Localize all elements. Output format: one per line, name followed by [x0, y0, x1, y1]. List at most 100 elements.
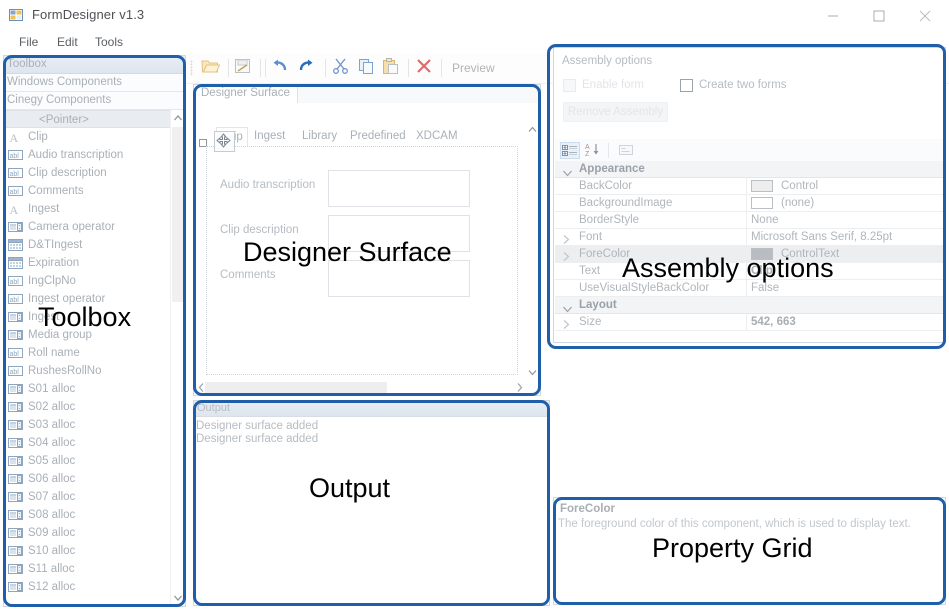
copy-icon[interactable]: [357, 57, 380, 79]
combobox-icon: [8, 454, 23, 468]
combobox-icon: [8, 562, 23, 576]
property-value[interactable]: Microsoft Sans Serif, 8.25pt: [751, 229, 892, 245]
toolbox-scrollbar[interactable]: [170, 110, 185, 606]
form-tab-ingest[interactable]: Ingest: [248, 127, 296, 146]
toolbox-item[interactable]: Camera operator: [4, 218, 185, 236]
property-row[interactable]: BackColor Control: [555, 178, 944, 195]
designer-scroll-down-icon[interactable]: [526, 365, 539, 380]
toolbar-grip[interactable]: [190, 60, 193, 76]
toolbox-item[interactable]: abl Clip description: [4, 164, 185, 182]
tab-designer-surface[interactable]: Designer Surface: [194, 85, 298, 103]
toolbox-item[interactable]: A Ingest: [4, 200, 185, 218]
move-handle-icon[interactable]: [214, 131, 235, 152]
combobox-icon: [8, 526, 23, 540]
textbox-icon: abl: [8, 166, 23, 180]
toolbox-item[interactable]: <Pointer>: [4, 110, 185, 128]
toolbox-item[interactable]: S03 alloc: [4, 416, 185, 434]
designer-scroll-right-icon[interactable]: [513, 381, 526, 394]
categorized-icon[interactable]: [560, 142, 580, 159]
property-category-header[interactable]: Layout: [555, 297, 944, 314]
scroll-down-icon[interactable]: [171, 590, 185, 606]
property-pages-icon[interactable]: [617, 142, 637, 159]
toolbox-item[interactable]: Expiration: [4, 254, 185, 272]
cut-icon[interactable]: [332, 57, 355, 79]
toolbox-item[interactable]: S07 alloc: [4, 488, 185, 506]
toolbox-item[interactable]: S02 alloc: [4, 398, 185, 416]
scroll-up-icon[interactable]: [171, 110, 185, 126]
property-color-swatch[interactable]: [751, 197, 773, 209]
property-row[interactable]: Size 542, 663: [555, 314, 944, 331]
redo-icon[interactable]: [296, 57, 319, 79]
toolbox-item[interactable]: abl IngClpNo: [4, 272, 185, 290]
menu-item-file[interactable]: File: [12, 34, 45, 50]
toolbox-item[interactable]: S05 alloc: [4, 452, 185, 470]
delete-icon[interactable]: [415, 57, 438, 79]
toolbox-item[interactable]: S08 alloc: [4, 506, 185, 524]
property-value[interactable]: (none): [781, 195, 814, 211]
combobox-icon: [8, 328, 23, 342]
toolbox-category-cinegy[interactable]: Cinegy Components: [4, 92, 185, 110]
designer-hscroll-thumb[interactable]: [205, 382, 387, 393]
form-tab-xdcam[interactable]: XDCAM: [410, 127, 466, 146]
toolbox-item[interactable]: A Clip: [4, 128, 185, 146]
property-name: BackColor: [579, 180, 633, 192]
designer-vertical-scrollbar[interactable]: [526, 122, 539, 380]
svg-text:abl: abl: [10, 153, 20, 160]
combobox-icon: [8, 490, 23, 504]
close-button[interactable]: [902, 0, 948, 31]
preview-button[interactable]: Preview: [452, 61, 495, 75]
combobox-icon: [8, 472, 23, 486]
combobox-icon: [8, 418, 23, 432]
property-category-header[interactable]: Appearance: [555, 161, 944, 178]
create-two-forms-checkbox[interactable]: [680, 79, 693, 92]
form-tab-predefined[interactable]: Predefined: [344, 127, 410, 146]
property-row[interactable]: BorderStyle None: [555, 212, 944, 229]
toolbox-item[interactable]: S09 alloc: [4, 524, 185, 542]
property-value[interactable]: None: [751, 212, 779, 228]
enable-form-checkbox[interactable]: [563, 79, 576, 92]
form-tab-strip[interactable]: ClipIngestLibraryPredefinedXDCAM: [206, 127, 518, 146]
menu-item-edit[interactable]: Edit: [50, 34, 85, 50]
field-input-audio-transcription[interactable]: [328, 170, 470, 207]
chevron-right-icon[interactable]: [563, 250, 570, 264]
toolbox-category-windows[interactable]: Windows Components: [4, 74, 185, 92]
output-line: Designer surface added: [196, 433, 319, 445]
property-row[interactable]: Font Microsoft Sans Serif, 8.25pt: [555, 229, 944, 246]
menu-item-tools[interactable]: Tools: [88, 34, 130, 50]
toolbox-scroll-thumb[interactable]: [172, 127, 184, 302]
property-color-swatch[interactable]: [751, 180, 773, 192]
toolbox-item[interactable]: S11 alloc: [4, 560, 185, 578]
toolbox-item[interactable]: S06 alloc: [4, 470, 185, 488]
toolbox-item[interactable]: abl RushesRollNo: [4, 362, 185, 380]
save-icon[interactable]: [234, 57, 257, 79]
chevron-right-icon[interactable]: [563, 233, 570, 247]
toolbox-item[interactable]: abl Comments: [4, 182, 185, 200]
toolbox-item[interactable]: S12 alloc: [4, 578, 185, 596]
property-row[interactable]: BackgroundImage (none): [555, 195, 944, 212]
paste-icon[interactable]: [382, 57, 405, 79]
property-grid-rows[interactable]: Appearance BackColor Control BackgroundImag…: [555, 161, 944, 341]
designer-scroll-up-icon[interactable]: [526, 122, 539, 137]
chevron-right-icon[interactable]: [563, 318, 570, 332]
toolbox-item[interactable]: abl Roll name: [4, 344, 185, 362]
property-category-label: Layout: [579, 299, 617, 311]
toolbox-item[interactable]: S04 alloc: [4, 434, 185, 452]
minimize-button[interactable]: [810, 0, 856, 31]
designer-horizontal-scrollbar[interactable]: [195, 381, 526, 394]
toolbox-item[interactable]: S10 alloc: [4, 542, 185, 560]
toolbox-item[interactable]: S01 alloc: [4, 380, 185, 398]
toolbox-item[interactable]: D&TIngest: [4, 236, 185, 254]
toolbox-item[interactable]: abl Audio transcription: [4, 146, 185, 164]
maximize-button[interactable]: [856, 0, 902, 31]
property-value[interactable]: 542, 663: [751, 314, 796, 330]
toolbox-item-list[interactable]: <Pointer> A Clip abl Audio transcription abl C…: [4, 110, 185, 606]
alphabetical-sort-icon[interactable]: A Z: [584, 142, 604, 159]
toolbox-item-label: IngClpNo: [28, 275, 76, 287]
property-value[interactable]: Control: [781, 178, 818, 194]
svg-text:abl: abl: [10, 351, 20, 358]
toolbox-header: Toolbox: [4, 56, 185, 74]
remove-assembly-button[interactable]: Remove Assembly: [563, 102, 668, 122]
form-tab-library[interactable]: Library: [296, 127, 344, 146]
open-icon[interactable]: [200, 57, 223, 79]
undo-icon[interactable]: [271, 57, 294, 79]
